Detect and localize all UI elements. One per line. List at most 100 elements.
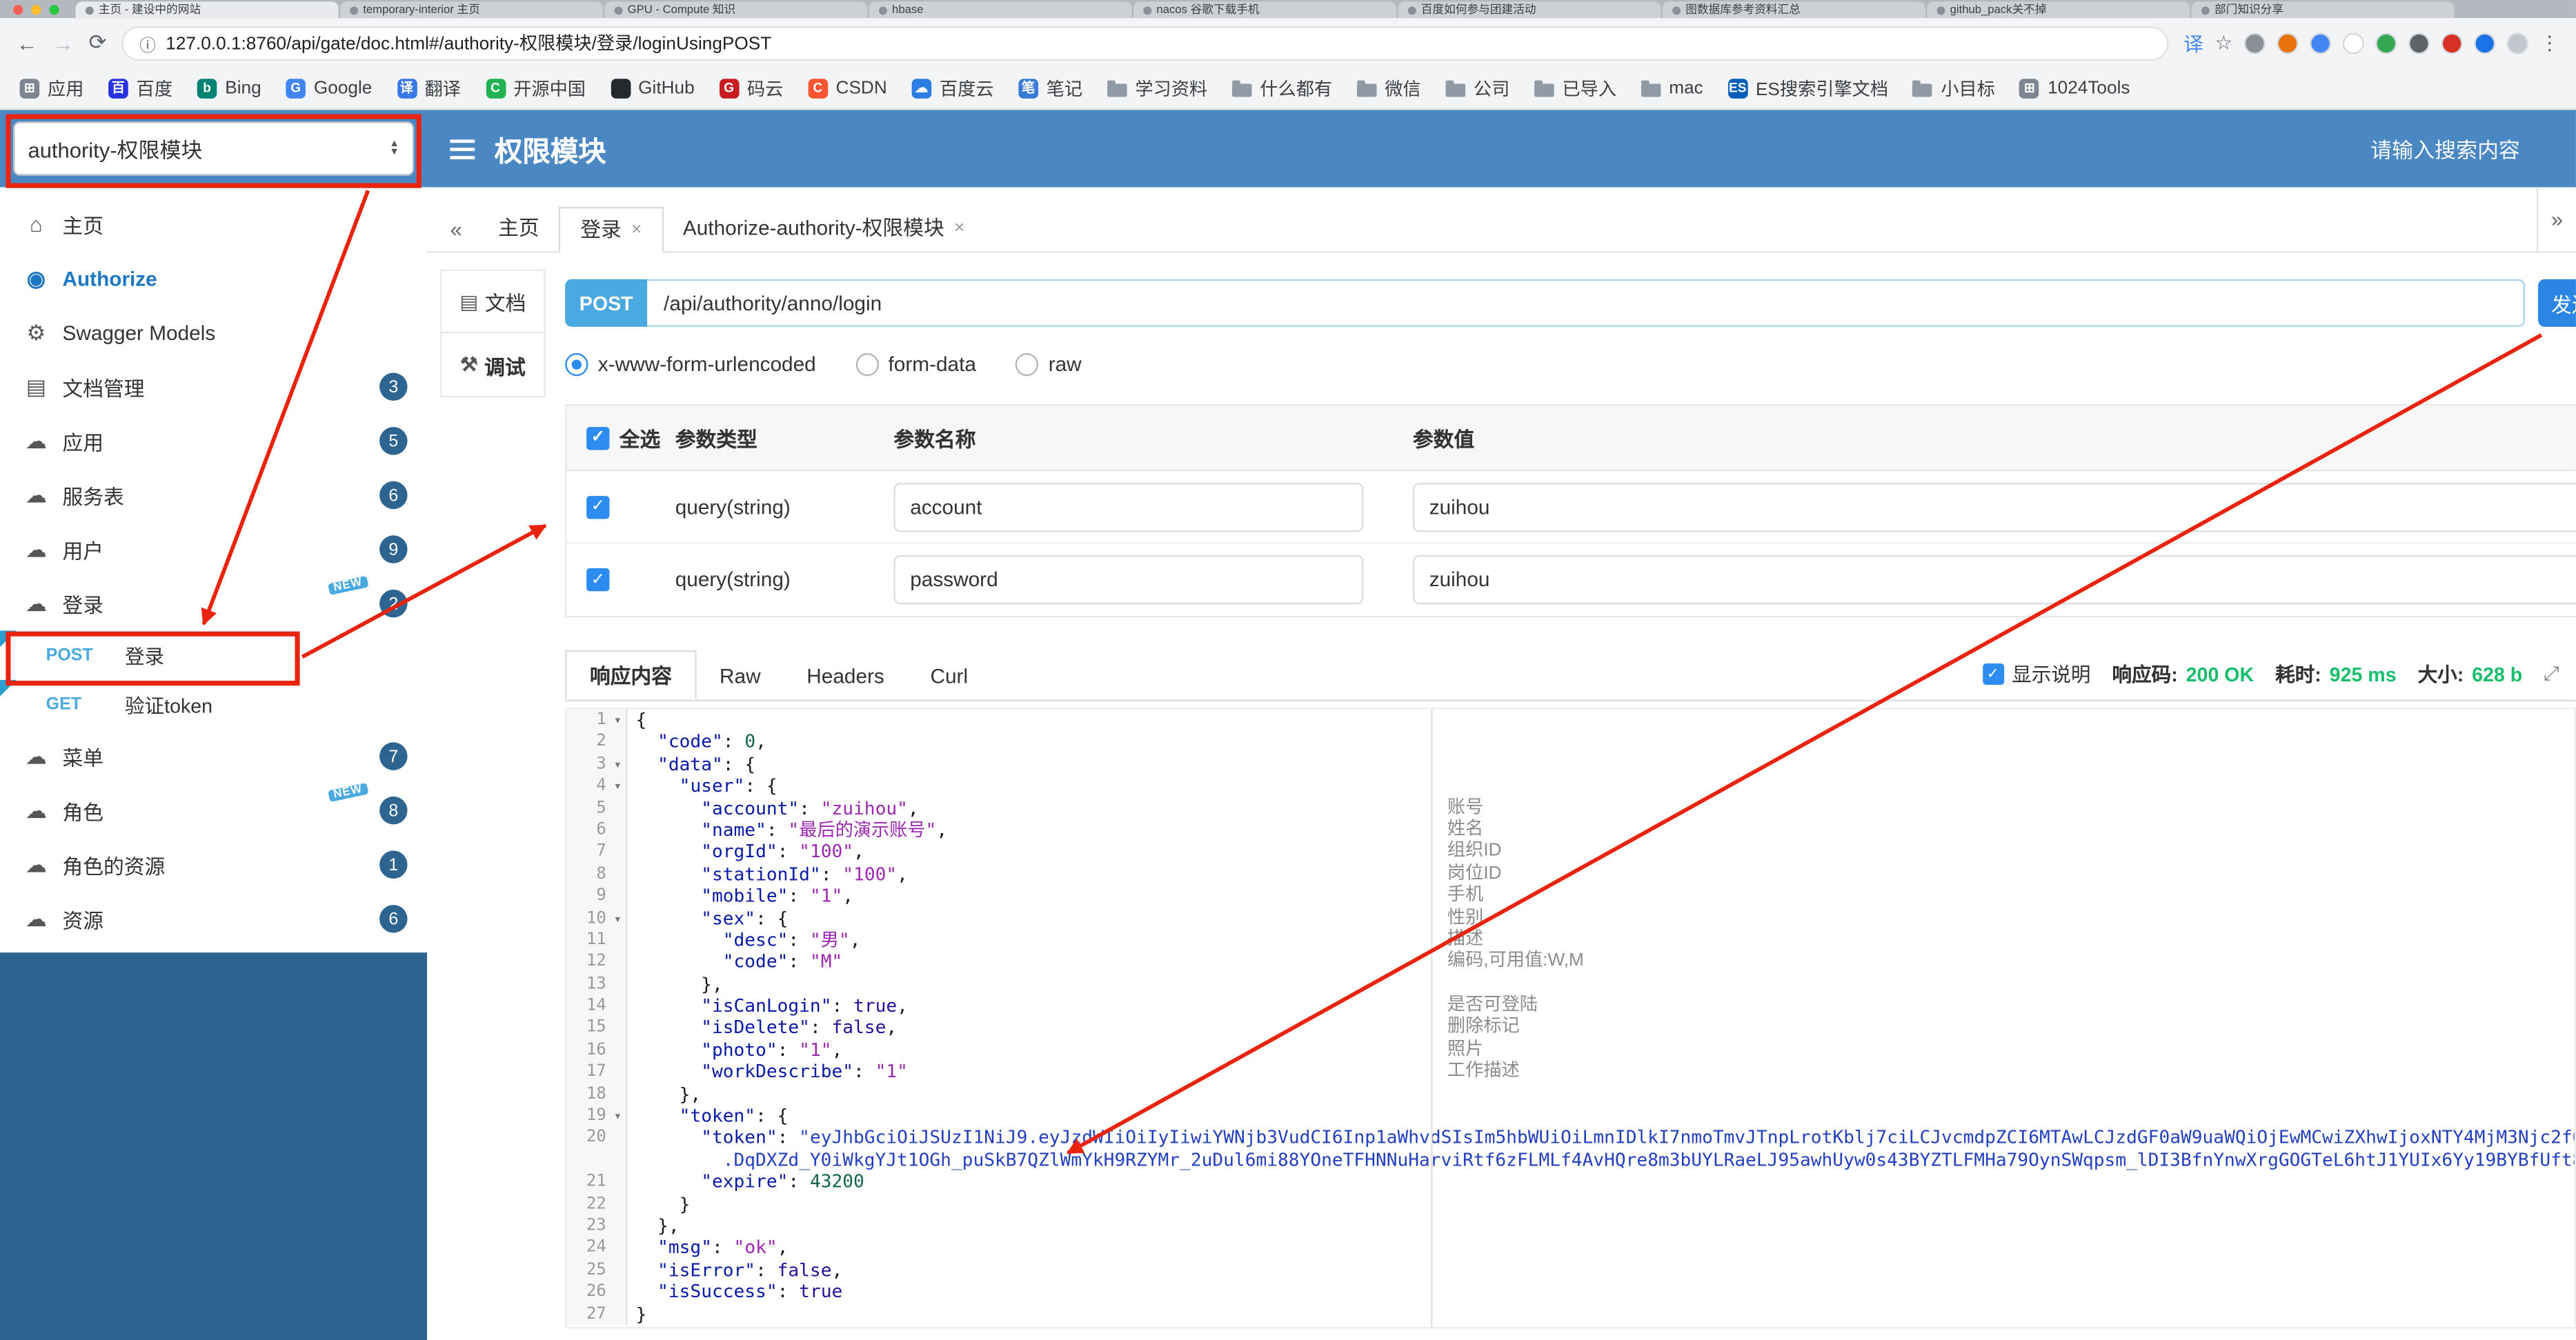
bookmark-item[interactable]: 微信 — [1356, 74, 1421, 101]
extension-icon[interactable] — [2474, 32, 2496, 54]
bookmark-item[interactable]: 小目标 — [1912, 74, 1995, 101]
sidebar-subitem-get-verify-token[interactable]: GET 验证token — [0, 679, 427, 729]
sidebar-item-resource[interactable]: ☁ 资源 6 — [0, 892, 427, 946]
browser-tab[interactable]: 图数据库参考资料汇总 — [1662, 1, 1925, 19]
sidebar-item-service[interactable]: ☁ 服务表 6 — [0, 468, 427, 523]
sidebar-item-authorize[interactable]: ◉ Authorize — [0, 251, 427, 306]
menu-dots-icon[interactable]: ⋮ — [2539, 31, 2559, 54]
bookmark-item[interactable]: 已导入 — [1534, 74, 1616, 101]
module-select[interactable]: authority-权限模块 ▲ ▼ — [13, 121, 415, 176]
bookmark-item[interactable]: 学习资料 — [1107, 74, 1207, 101]
extension-icon[interactable] — [2277, 32, 2299, 54]
response-tab-Raw[interactable]: Raw — [697, 652, 784, 701]
radio-icon[interactable] — [565, 352, 588, 376]
translate-icon[interactable]: 译 — [2183, 29, 2203, 57]
profile-avatar[interactable] — [2506, 32, 2528, 54]
response-tab-响应内容[interactable]: 响应内容 — [565, 650, 697, 700]
close-tab-icon[interactable]: × — [954, 206, 964, 252]
bookmark-item[interactable]: 什么都有 — [1231, 74, 1332, 101]
bookmark-star-icon[interactable]: ☆ — [2215, 31, 2233, 54]
extension-icon[interactable] — [2243, 32, 2266, 54]
extension-icon[interactable] — [2342, 32, 2364, 54]
sidebar-item-role-resource[interactable]: ☁ 角色的资源 1 — [0, 837, 427, 892]
bookmark-item[interactable]: mac — [1641, 78, 1703, 98]
browser-tab[interactable]: nacos 谷歌下载手机 — [1133, 1, 1397, 19]
fullscreen-icon[interactable]: ⤢ — [2544, 662, 2559, 687]
bookmark-item[interactable]: ⊞ 1024Tools — [2019, 78, 2130, 98]
response-code-editor[interactable]: 1 ▾{2 "code": 0, 3 ▾ "data": {4 ▾ "user": {5… — [565, 708, 2576, 1329]
menu-toggle-icon[interactable] — [450, 139, 475, 159]
browser-tab[interactable]: hbase — [869, 1, 1132, 19]
radio-icon[interactable] — [855, 352, 879, 376]
body-type-option[interactable]: raw — [1015, 352, 1082, 376]
bookmark-item[interactable]: G Google — [286, 78, 372, 98]
browser-tab[interactable]: github_pack关不掉 — [1927, 1, 2190, 19]
bookmark-item[interactable]: b Bing — [197, 78, 261, 98]
request-url-input[interactable]: /api/authority/anno/login — [647, 279, 2526, 327]
response-tab-Headers[interactable]: Headers — [784, 652, 907, 701]
doc-nav-doc[interactable]: ▤ 文档 — [442, 270, 544, 334]
send-button[interactable]: 发送 — [2538, 279, 2576, 327]
extension-icon[interactable] — [2408, 32, 2430, 54]
bookmark-item[interactable]: ☁ 百度云 — [911, 74, 994, 101]
sidebar-item-menu[interactable]: ☁ 菜单 7 — [0, 729, 427, 783]
browser-tab[interactable]: 主页 - 建设中的网站 — [75, 1, 339, 19]
close-window-button[interactable] — [13, 5, 23, 15]
body-type-option[interactable]: form-data — [855, 352, 976, 376]
sidebar-item-login[interactable]: ☁ 登录 NEW 2 — [0, 575, 427, 631]
select-all-checkbox[interactable]: ✓ — [586, 426, 610, 450]
bookmark-item[interactable]: 公司 — [1445, 74, 1509, 101]
fold-icon[interactable]: ▾ — [609, 908, 626, 930]
tabs-scroll-left-icon[interactable]: « — [450, 217, 462, 241]
browser-tab[interactable]: 百度如何参与团建活动 — [1398, 1, 1661, 19]
close-tab-icon[interactable]: × — [631, 207, 642, 253]
fold-icon[interactable]: ▾ — [609, 1106, 626, 1128]
url-text[interactable]: 127.0.0.1:8760/api/gate/doc.html#/author… — [166, 30, 2150, 56]
sidebar-item-role[interactable]: ☁ 角色 NEW 8 — [0, 782, 427, 838]
sidebar-item-app[interactable]: ☁ 应用 5 — [0, 414, 427, 468]
bookmark-item[interactable]: G 码云 — [719, 74, 783, 101]
browser-tab[interactable]: 部门知识分享 — [2191, 1, 2455, 19]
browser-tab[interactable]: temporary-interior 主页 — [339, 1, 603, 19]
fold-icon[interactable]: ▾ — [609, 753, 626, 775]
sidebar-subitem-post-login[interactable]: POST 登录 — [0, 630, 427, 679]
param-name-input[interactable]: password — [893, 554, 1364, 605]
sidebar-item-swagger-models[interactable]: ⚙ Swagger Models — [0, 306, 427, 360]
reload-icon[interactable]: ⟳ — [89, 30, 107, 56]
minimize-window-button[interactable] — [31, 5, 41, 15]
fold-icon[interactable]: ▾ — [609, 775, 626, 797]
content-tab-home[interactable]: 主页 — [479, 206, 559, 252]
extension-icon[interactable] — [2375, 32, 2397, 54]
maximize-window-button[interactable] — [49, 5, 59, 15]
forward-icon[interactable]: → — [52, 30, 74, 55]
browser-tab[interactable]: GPU - Compute 知识 — [604, 1, 868, 19]
param-value-input[interactable]: zuihou — [1412, 554, 2576, 605]
param-value-input[interactable]: zuihou — [1412, 481, 2576, 532]
show-description-checkbox[interactable]: ✓ — [1982, 663, 2004, 686]
body-type-option[interactable]: x-www-form-urlencoded — [565, 352, 816, 376]
extension-icon[interactable] — [2310, 32, 2332, 54]
content-tab-authorize[interactable]: Authorize-authority-权限模块 × — [663, 206, 984, 252]
tabs-scroll-right-icon[interactable]: » — [2536, 187, 2576, 252]
content-tab-login[interactable]: 登录 × — [559, 207, 664, 253]
radio-icon[interactable] — [1015, 352, 1039, 376]
fold-icon[interactable]: ▾ — [609, 710, 626, 732]
response-tab-Curl[interactable]: Curl — [907, 652, 991, 701]
bookmark-item[interactable]: GitHub — [610, 78, 695, 98]
row-checkbox[interactable]: ✓ — [586, 494, 610, 519]
sidebar-item-user[interactable]: ☁ 用户 9 — [0, 522, 427, 577]
bookmark-item[interactable]: C 开源中国 — [485, 74, 586, 101]
address-bar[interactable]: ⓘ 127.0.0.1:8760/api/gate/doc.html#/auth… — [121, 25, 2169, 60]
row-checkbox[interactable]: ✓ — [586, 568, 610, 592]
doc-nav-debug[interactable]: ⚒ 调试 — [442, 333, 544, 396]
bookmark-item[interactable]: 百百度 — [108, 74, 172, 101]
back-icon[interactable]: ← — [17, 30, 38, 55]
extension-icon[interactable] — [2441, 32, 2463, 54]
bookmark-item[interactable]: 笔笔记 — [1018, 74, 1082, 101]
bookmark-item[interactable]: ⊞ 应用 — [19, 74, 83, 101]
bookmark-item[interactable]: ES ES搜索引擎文档 — [1727, 74, 1888, 101]
site-info-icon[interactable]: ⓘ — [139, 30, 156, 55]
param-name-input[interactable]: account — [893, 481, 1364, 532]
bookmark-item[interactable]: C CSDN — [808, 78, 887, 98]
header-search-input[interactable]: 请输入搜索内容 — [2370, 133, 2520, 164]
